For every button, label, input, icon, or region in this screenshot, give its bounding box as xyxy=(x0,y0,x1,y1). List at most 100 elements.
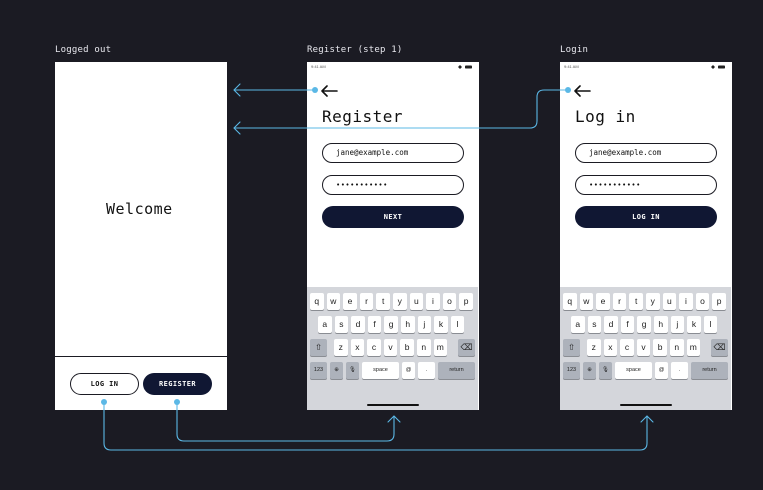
delete-key[interactable]: ⌫ xyxy=(711,339,728,356)
status-icons xyxy=(458,65,472,69)
key-c[interactable]: c xyxy=(367,339,381,356)
key-b[interactable]: b xyxy=(400,339,414,356)
key-s[interactable]: s xyxy=(587,316,602,333)
key-k[interactable]: k xyxy=(434,316,448,333)
key-w[interactable]: w xyxy=(326,293,341,310)
status-time: 9:41 AM xyxy=(311,64,326,69)
key-p[interactable]: p xyxy=(459,293,473,310)
page-title: Log in xyxy=(575,107,636,126)
key-m[interactable]: m xyxy=(686,339,701,356)
key-t[interactable]: t xyxy=(376,293,390,310)
arrow-left-icon[interactable] xyxy=(320,85,340,97)
arrow-left-icon[interactable] xyxy=(573,85,593,97)
key-g[interactable]: g xyxy=(384,316,398,333)
numbers-key[interactable]: 123 xyxy=(563,362,580,379)
key-a[interactable]: a xyxy=(318,316,332,333)
key-h[interactable]: h xyxy=(654,316,668,333)
key-x[interactable]: x xyxy=(603,339,618,356)
key-e[interactable]: e xyxy=(343,293,357,310)
numbers-key[interactable]: 123 xyxy=(310,362,327,379)
key-o[interactable]: o xyxy=(695,293,710,310)
password-field[interactable]: ••••••••••• xyxy=(322,175,464,195)
key-o[interactable]: o xyxy=(442,293,457,310)
key-u[interactable]: u xyxy=(409,293,424,310)
key-q[interactable]: q xyxy=(310,293,324,310)
frame-label-register: Register (step 1) xyxy=(307,45,403,55)
key-i[interactable]: i xyxy=(679,293,693,310)
key-f[interactable]: f xyxy=(620,316,635,333)
page-title: Register xyxy=(322,107,404,126)
globe-icon: ⊕ xyxy=(334,367,339,373)
key-s[interactable]: s xyxy=(334,316,349,333)
key-q[interactable]: q xyxy=(563,293,577,310)
next-button[interactable]: NEXT xyxy=(322,206,464,228)
at-key[interactable]: @ xyxy=(402,362,415,379)
key-y[interactable]: y xyxy=(393,293,407,310)
key-v[interactable]: v xyxy=(636,339,651,356)
key-j[interactable]: j xyxy=(670,316,685,333)
key-k[interactable]: k xyxy=(687,316,701,333)
shift-icon: ⇧ xyxy=(314,342,323,352)
key-l[interactable]: l xyxy=(703,316,718,333)
frame-label-login: Login xyxy=(560,45,589,55)
key-r[interactable]: r xyxy=(612,293,627,310)
password-field[interactable]: ••••••••••• xyxy=(575,175,717,195)
key-i[interactable]: i xyxy=(426,293,440,310)
globe-icon: ⊕ xyxy=(587,367,592,373)
key-a[interactable]: a xyxy=(571,316,585,333)
key-l[interactable]: l xyxy=(450,316,465,333)
login-button[interactable]: LOG IN xyxy=(70,373,139,395)
key-v[interactable]: v xyxy=(383,339,398,356)
key-u[interactable]: u xyxy=(662,293,677,310)
register-back-arrowhead xyxy=(233,83,241,97)
key-c[interactable]: c xyxy=(620,339,634,356)
key-y[interactable]: y xyxy=(646,293,660,310)
logged-out-screen: Welcome LOG IN REGISTER xyxy=(55,62,227,410)
delete-icon: ⌫ xyxy=(713,342,726,352)
email-field[interactable]: jane@example.com xyxy=(322,143,464,163)
home-indicator xyxy=(367,404,419,406)
key-x[interactable]: x xyxy=(350,339,365,356)
globe-key[interactable]: ⊕ xyxy=(583,362,596,379)
shift-key[interactable]: ⇧ xyxy=(563,339,580,356)
key-n[interactable]: n xyxy=(670,339,684,356)
key-j[interactable]: j xyxy=(417,316,432,333)
space-key[interactable]: space xyxy=(615,362,652,379)
frame-label-logged-out: Logged out xyxy=(55,45,112,55)
key-d[interactable]: d xyxy=(604,316,618,333)
key-b[interactable]: b xyxy=(653,339,667,356)
period-key[interactable]: . xyxy=(418,362,435,379)
key-w[interactable]: w xyxy=(579,293,594,310)
key-r[interactable]: r xyxy=(359,293,374,310)
delete-key[interactable]: ⌫ xyxy=(458,339,475,356)
key-h[interactable]: h xyxy=(401,316,415,333)
delete-icon: ⌫ xyxy=(460,342,473,352)
microphone-icon: 🎙 xyxy=(349,367,356,373)
status-icons xyxy=(711,65,725,69)
key-f[interactable]: f xyxy=(367,316,382,333)
mic-key[interactable]: 🎙 xyxy=(599,362,612,379)
key-n[interactable]: n xyxy=(417,339,431,356)
bottom-divider xyxy=(55,356,227,357)
shift-key[interactable]: ⇧ xyxy=(310,339,327,356)
register-button[interactable]: REGISTER xyxy=(143,373,212,395)
space-key[interactable]: space xyxy=(362,362,399,379)
key-z[interactable]: z xyxy=(334,339,348,356)
login-submit-button[interactable]: LOG IN xyxy=(575,206,717,228)
key-z[interactable]: z xyxy=(587,339,601,356)
keyboard: q w e r t y u i o p a s d f g h j k l ⇧ z x c v b n m ⌫ 123 ⊕ 🎙 space @.… xyxy=(307,287,478,410)
globe-key[interactable]: ⊕ xyxy=(330,362,343,379)
key-g[interactable]: g xyxy=(637,316,651,333)
key-m[interactable]: m xyxy=(433,339,448,356)
at-key[interactable]: @ xyxy=(655,362,668,379)
key-e[interactable]: e xyxy=(596,293,610,310)
register-screen: 9:41 AM Register jane@example.com ••••••… xyxy=(307,62,479,410)
return-key[interactable]: return xyxy=(438,362,475,379)
period-key[interactable]: . xyxy=(671,362,688,379)
email-field[interactable]: jane@example.com xyxy=(575,143,717,163)
key-t[interactable]: t xyxy=(629,293,643,310)
key-d[interactable]: d xyxy=(351,316,365,333)
mic-key[interactable]: 🎙 xyxy=(346,362,359,379)
key-p[interactable]: p xyxy=(712,293,726,310)
return-key[interactable]: return xyxy=(691,362,728,379)
